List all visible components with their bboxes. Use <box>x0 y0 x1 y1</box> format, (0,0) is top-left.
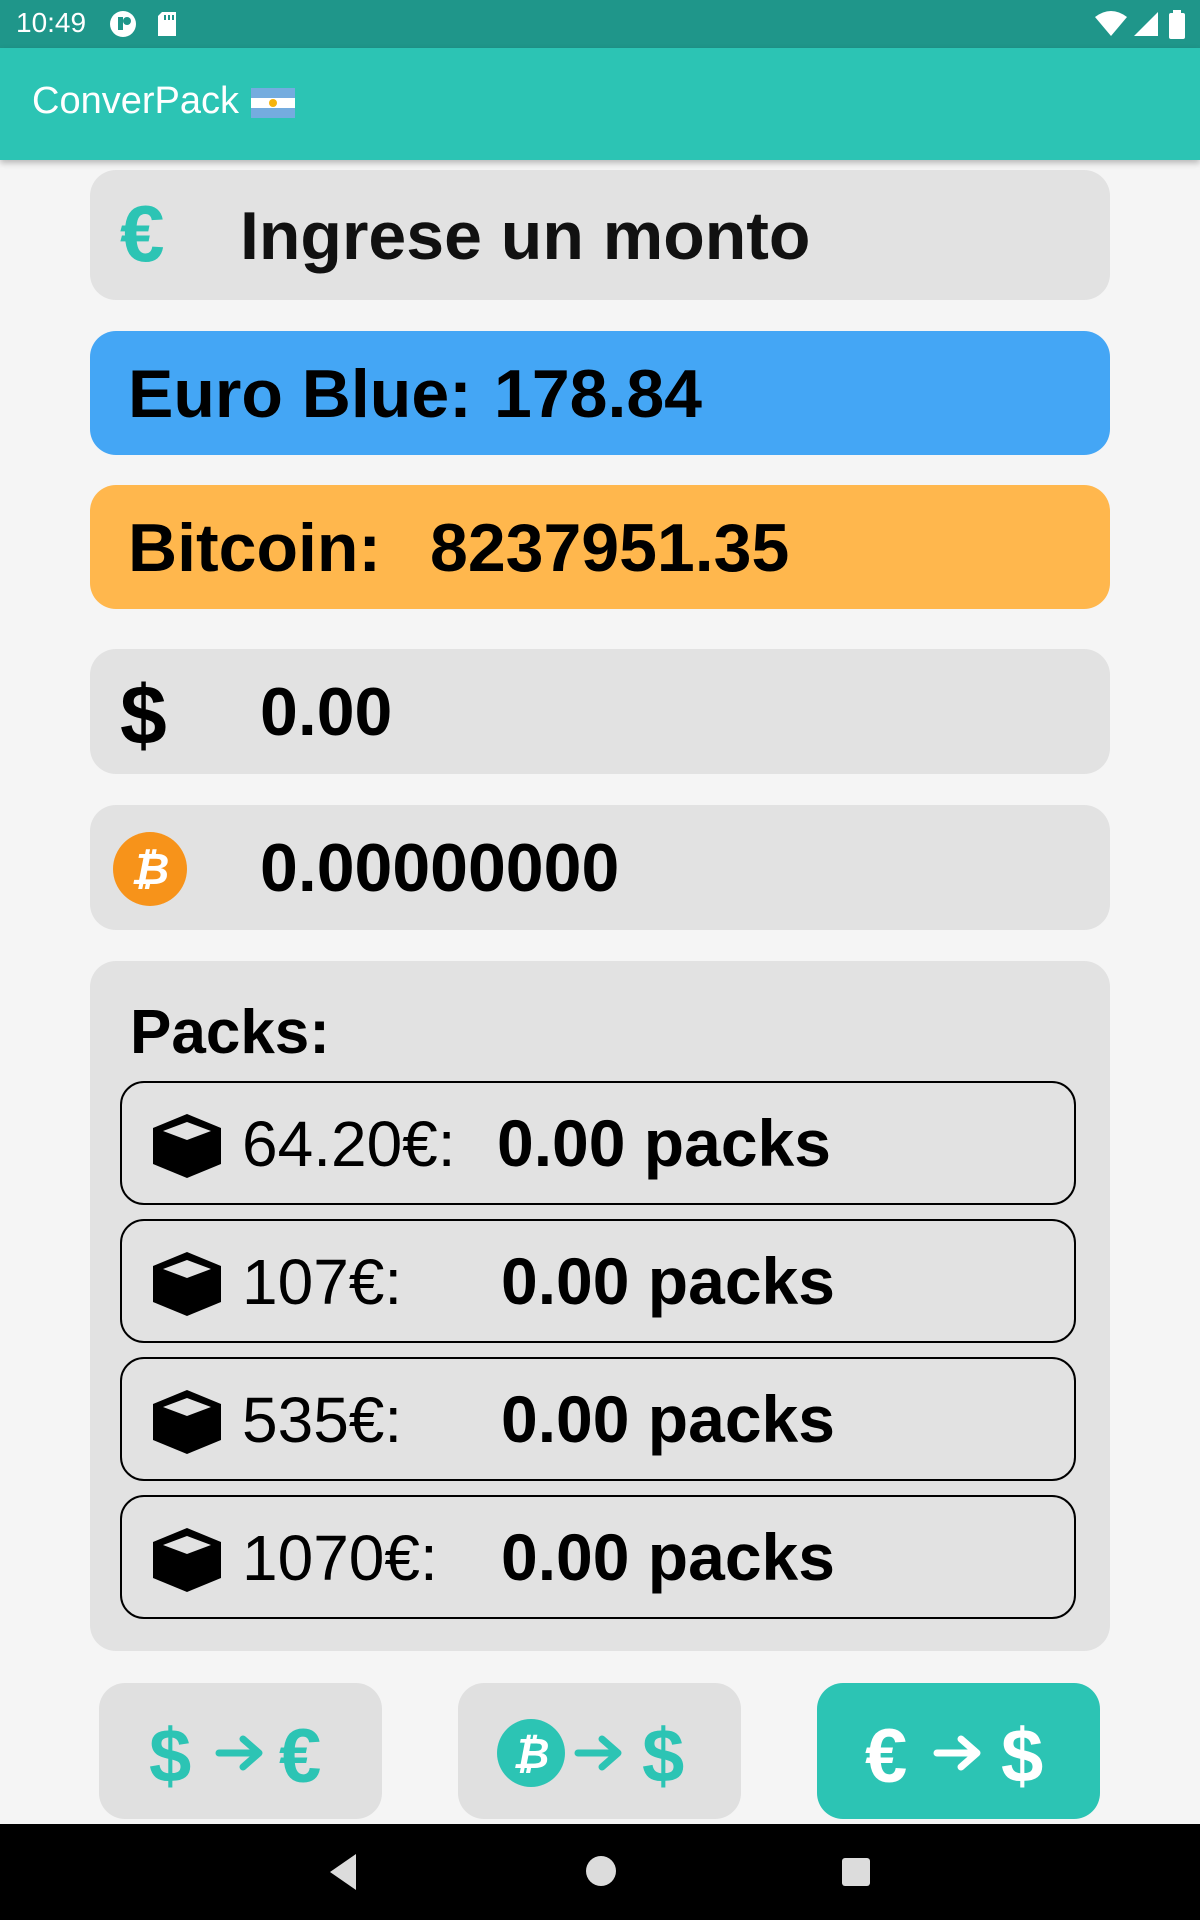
bitcoin-icon: ₿ <box>113 832 187 906</box>
btc-result: ₿ 0.00000000 <box>90 805 1110 930</box>
app-title: ConverPack <box>32 80 295 123</box>
euro-icon: € <box>865 1714 908 1799</box>
btc-to-usd-button[interactable]: ₿ $ <box>458 1683 741 1819</box>
usd-result: $ 0.00 <box>90 649 1110 774</box>
euro-icon: € <box>120 189 165 278</box>
dollar-icon: $ <box>120 668 167 762</box>
usd-to-euro-button[interactable]: $ € <box>99 1683 382 1819</box>
pack-count: 0.00 packs <box>497 1106 831 1180</box>
cube-icon <box>153 1528 221 1592</box>
bitcoin-icon-glyph: ₿ <box>131 844 170 895</box>
pack-price: 535€: <box>242 1384 403 1456</box>
pack-item: 64.20€: 0.00 packs <box>120 1081 1076 1205</box>
pack-item: 1070€: 0.00 packs <box>120 1495 1076 1619</box>
argentina-flag-icon <box>250 87 295 118</box>
notification-icon <box>110 11 136 37</box>
euro-to-usd-button[interactable]: € $ <box>817 1683 1100 1819</box>
status-bar: 10:49 <box>0 0 1200 48</box>
pack-count: 0.00 packs <box>501 1382 835 1456</box>
wifi-icon <box>1095 11 1127 36</box>
pack-count: 0.00 packs <box>501 1520 835 1594</box>
usd-value: 0.00 <box>260 674 393 750</box>
pack-price: 64.20€: <box>242 1108 456 1180</box>
cube-icon <box>153 1252 221 1316</box>
dollar-icon: $ <box>642 1714 685 1799</box>
status-time: 10:49 <box>16 7 87 38</box>
euro-blue-label: Euro Blue: <box>128 356 472 432</box>
amount-field[interactable]: € <box>90 170 1110 300</box>
euro-blue-value: 178.84 <box>494 356 702 432</box>
bitcoin-rate: Bitcoin: 8237951.35 <box>90 485 1110 609</box>
euro-blue-rate: Euro Blue: 178.84 <box>90 331 1110 455</box>
app-title-text: ConverPack <box>32 80 239 122</box>
bitcoin-value: 8237951.35 <box>430 510 790 586</box>
arrow-right-icon <box>933 1735 981 1771</box>
arrow-right-icon <box>574 1735 622 1771</box>
cube-icon <box>153 1114 221 1178</box>
pack-item: 107€: 0.00 packs <box>120 1219 1076 1343</box>
euro-icon: € <box>279 1714 322 1799</box>
recents-icon[interactable] <box>840 1856 872 1888</box>
pack-price: 1070€: <box>242 1522 438 1594</box>
dollar-icon: $ <box>1001 1714 1044 1799</box>
packs-title: Packs: <box>130 998 330 1067</box>
arrow-right-icon <box>215 1735 263 1771</box>
amount-input[interactable] <box>238 192 1062 280</box>
pack-price: 107€: <box>242 1246 403 1318</box>
bitcoin-icon: ₿ <box>497 1719 565 1787</box>
bitcoin-icon-glyph: ₿ <box>513 1729 550 1778</box>
navigation-bar <box>0 1824 1200 1920</box>
bitcoin-label: Bitcoin: <box>128 510 382 586</box>
dollar-icon: $ <box>149 1714 192 1799</box>
cell-signal-icon <box>1134 12 1158 36</box>
btc-value: 0.00000000 <box>260 830 620 906</box>
home-icon[interactable] <box>584 1854 618 1888</box>
app-bar: ConverPack <box>0 48 1200 160</box>
sd-card-icon <box>158 12 176 36</box>
packs-panel: Packs: 64.20€: 0.00 packs 107€: 0.00 pac… <box>90 961 1110 1651</box>
cube-icon <box>153 1390 221 1454</box>
pack-item: 535€: 0.00 packs <box>120 1357 1076 1481</box>
pack-count: 0.00 packs <box>501 1244 835 1318</box>
battery-icon <box>1169 10 1185 39</box>
back-icon[interactable] <box>326 1852 360 1892</box>
